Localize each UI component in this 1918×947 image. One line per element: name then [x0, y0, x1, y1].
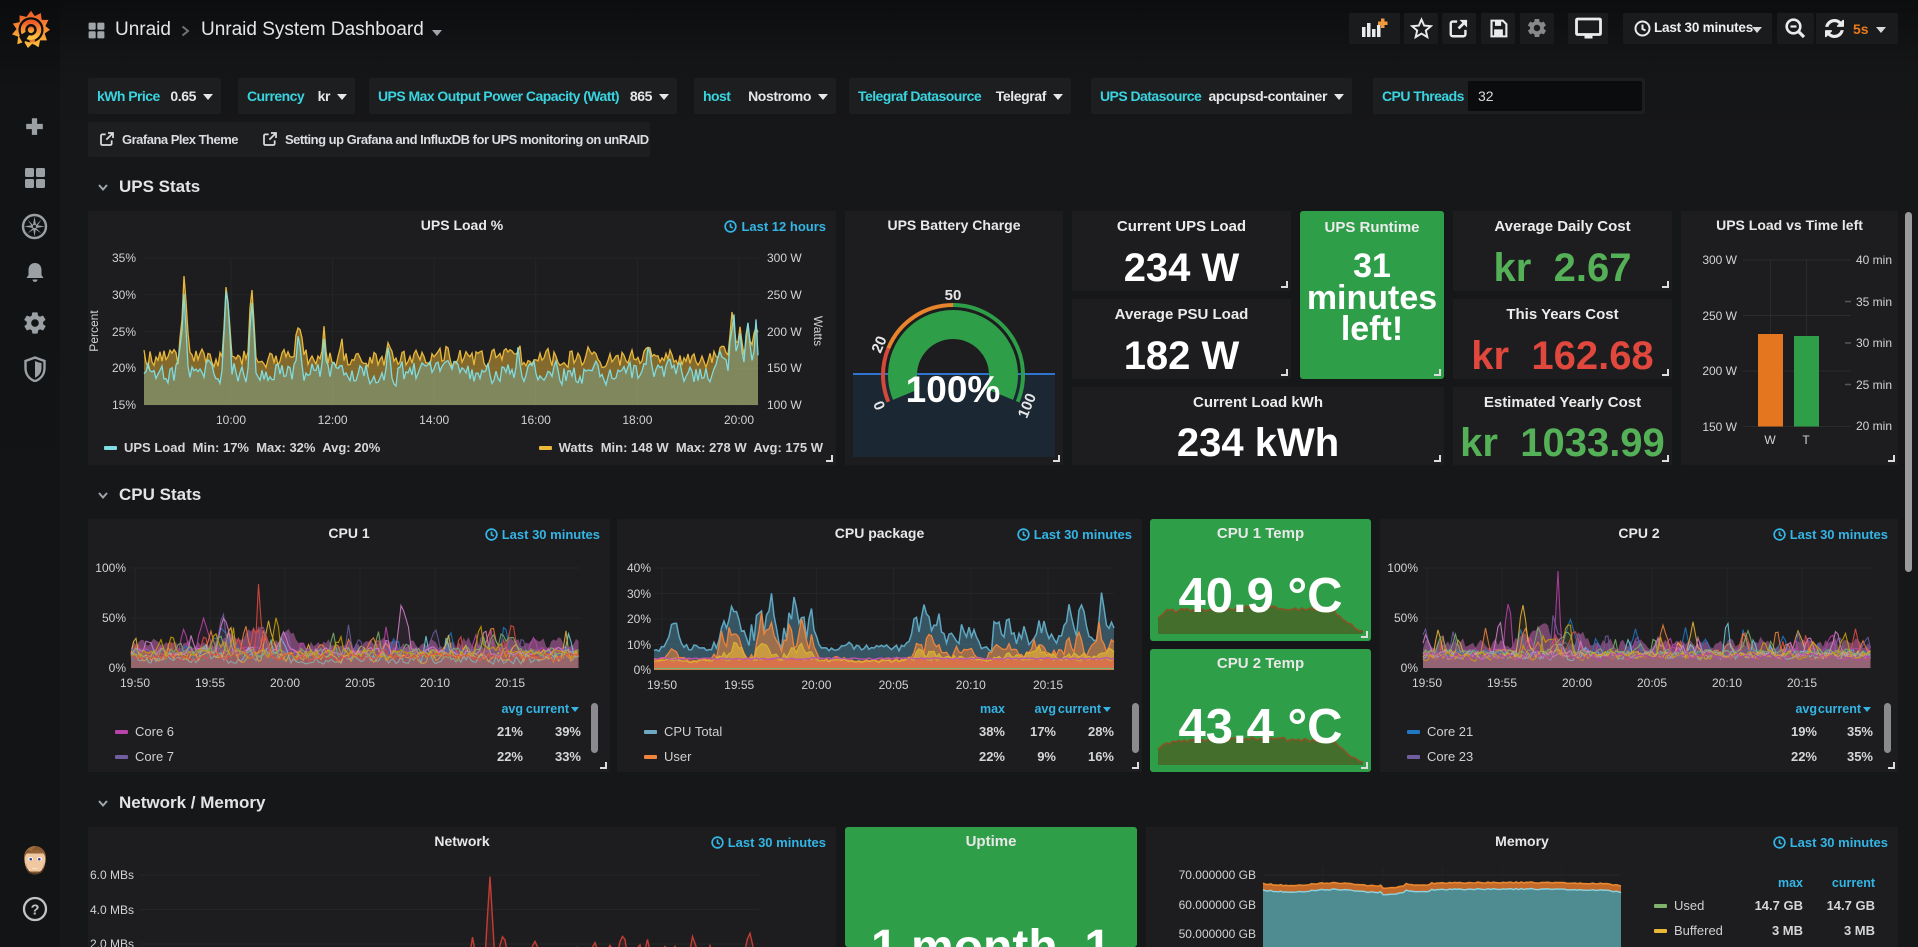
svg-text:50: 50 — [945, 287, 962, 304]
svg-text:100%: 100% — [906, 369, 1001, 410]
svg-text:0: 0 — [869, 399, 888, 413]
svg-text:?: ? — [31, 903, 40, 919]
